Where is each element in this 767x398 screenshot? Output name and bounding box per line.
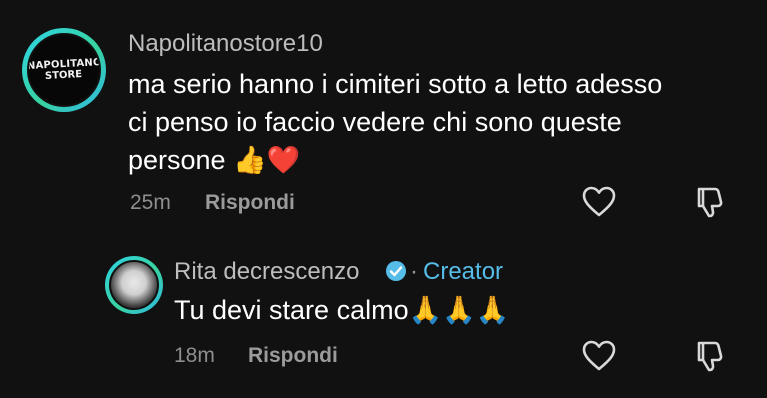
reply-timestamp: 18m [174,344,215,367]
logo-text-line2: STORE [45,69,83,82]
reply-button[interactable]: Rispondi [248,344,338,368]
comment-text-line-3: persone 👍❤️ [128,145,301,175]
creator-label: Creator [423,258,504,285]
comment-text-line-2: ci penso io faccio vedere chi sono quest… [128,107,622,137]
thumbs-down-outline-icon[interactable] [693,339,727,373]
reply-text: Tu devi stare calmo🙏🙏🙏 [174,295,510,325]
verified-check-icon [386,261,406,281]
separator-dot: · [410,258,418,285]
reply-button[interactable]: Rispondi [205,191,295,215]
comment-text-line-1: ma serio hanno i cimiteri sotto a letto … [128,69,663,99]
heart-outline-icon[interactable] [582,186,616,218]
avatar-photo [109,260,159,310]
store-logo: NAPOLITANO STORE [27,33,101,107]
avatar[interactable]: NAPOLITANO STORE [22,28,106,112]
reply-username[interactable]: Rita decrescenzo [174,258,359,286]
heart-outline-icon[interactable] [582,340,616,372]
thumbs-down-outline-icon[interactable] [693,185,727,219]
comment-username[interactable]: Napolitanostore10 [128,30,323,58]
comment-timestamp: 25m [130,191,171,214]
avatar[interactable] [105,256,163,314]
